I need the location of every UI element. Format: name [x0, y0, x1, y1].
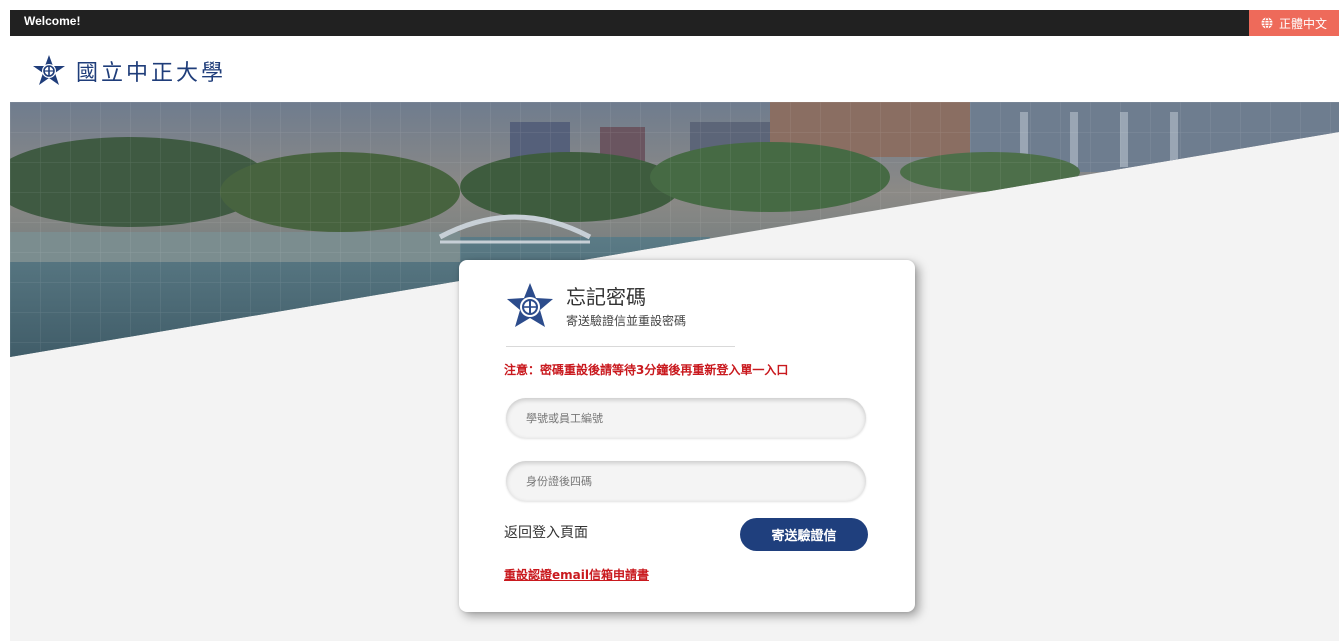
university-name: 國立中正大學 — [76, 61, 227, 86]
globe-icon — [1261, 17, 1273, 29]
language-button[interactable]: 正體中文 — [1249, 10, 1339, 36]
send-verification-button[interactable]: 寄送驗證信 — [740, 518, 868, 551]
language-label: 正體中文 — [1278, 16, 1327, 31]
notice-text: 注意：密碼重設後請等待3分鐘後再重新登入單一入口 — [504, 363, 789, 377]
university-logo[interactable]: 國立中正大學 — [32, 53, 226, 89]
card-header: 忘記密碼 寄送驗證信並重設密碼 — [506, 282, 686, 330]
back-to-login-link[interactable]: 返回登入頁面 — [504, 522, 588, 542]
reset-email-application-link[interactable]: 重設認證email信箱申請書 — [504, 566, 649, 583]
forgot-password-card: 忘記密碼 寄送驗證信並重設密碼 注意：密碼重設後請等待3分鐘後再重新登入單一入口… — [459, 260, 915, 612]
divider — [506, 346, 735, 347]
welcome-text: Welcome! — [24, 14, 81, 28]
university-emblem-icon — [33, 55, 65, 85]
university-emblem-icon — [507, 283, 553, 327]
student-id-input[interactable] — [506, 398, 866, 438]
card-heading-group: 忘記密碼 寄送驗證信並重設密碼 — [566, 284, 686, 329]
card-title: 忘記密碼 — [566, 284, 646, 309]
top-bar: Welcome! 正體中文 — [10, 10, 1339, 36]
hero-background: 忘記密碼 寄送驗證信並重設密碼 注意：密碼重設後請等待3分鐘後再重新登入單一入口… — [10, 102, 1339, 641]
card-subtitle: 寄送驗證信並重設密碼 — [566, 313, 687, 328]
id-card-last4-input[interactable] — [506, 461, 866, 501]
